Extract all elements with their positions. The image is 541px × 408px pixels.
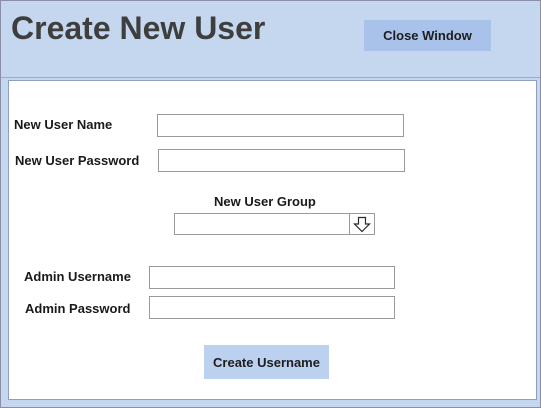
new-user-name-label: New User Name (14, 117, 113, 132)
new-user-group-label: New User Group (214, 194, 316, 209)
admin-password-label: Admin Password (25, 301, 131, 316)
new-user-password-field[interactable] (158, 149, 405, 172)
page-title: Create New User (11, 10, 266, 46)
window-header: Create New User Close Window (1, 1, 540, 78)
admin-password-field[interactable] (149, 296, 395, 319)
admin-username-label: Admin Username (24, 269, 131, 284)
admin-username-field[interactable] (149, 266, 395, 289)
new-user-group-select[interactable] (174, 213, 375, 235)
new-user-password-label: New User Password (15, 153, 140, 168)
down-arrow-icon[interactable] (349, 214, 374, 234)
create-username-button[interactable]: Create Username (204, 345, 329, 379)
new-user-name-field[interactable] (157, 114, 404, 137)
create-user-window: Create New User Close Window New User Na… (0, 0, 541, 408)
close-window-button[interactable]: Close Window (364, 20, 491, 51)
user-form-panel: New User Name New User Password New User… (8, 80, 537, 400)
